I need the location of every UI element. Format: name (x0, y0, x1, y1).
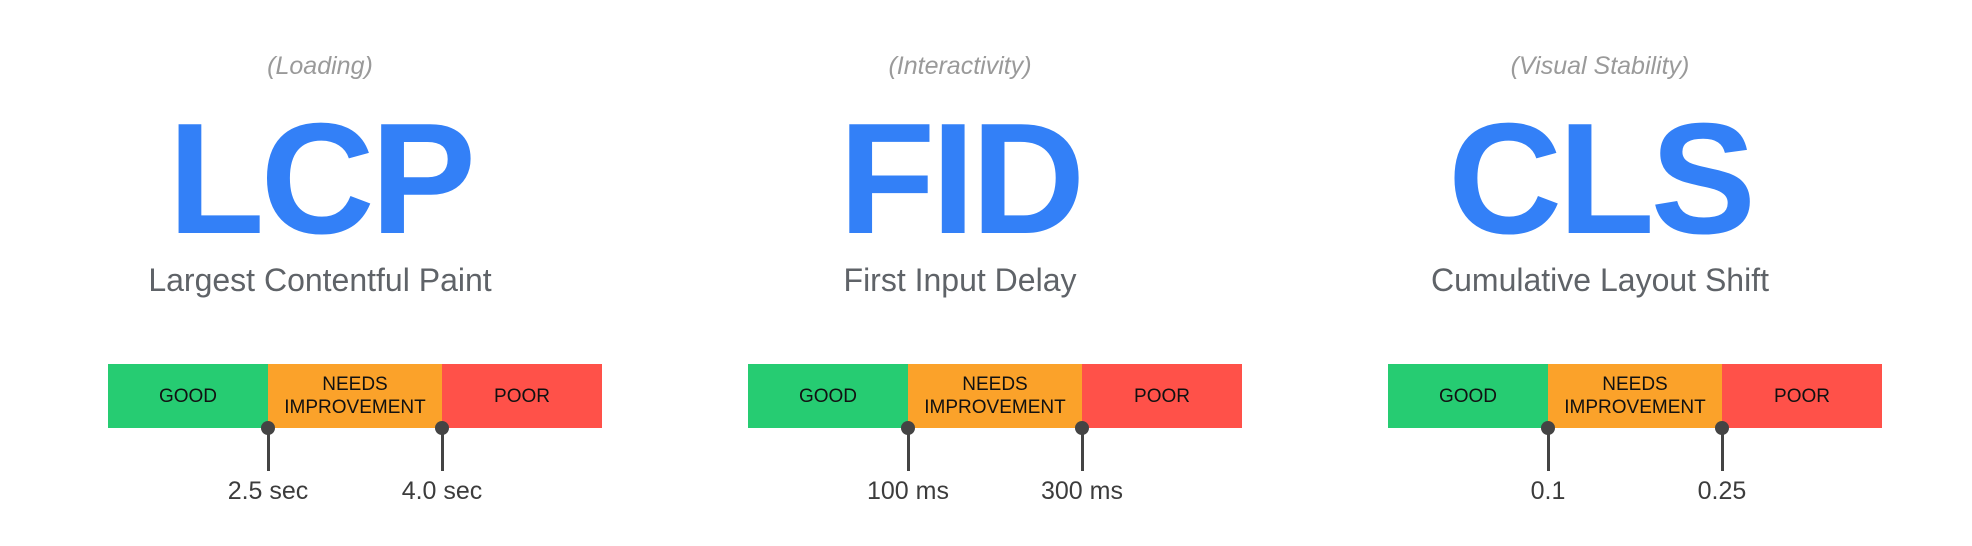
segment-poor-label: POOR (494, 385, 550, 407)
threshold-label-poor: 0.25 (1697, 477, 1747, 505)
metric-fid: (Interactivity) FID First Input Delay GO… (640, 0, 1280, 546)
metric-category: (Visual Stability) (1510, 52, 1690, 80)
threshold-marker-poor (1715, 421, 1729, 471)
segment-poor: POOR (1082, 364, 1242, 428)
threshold-marker-good (261, 421, 275, 471)
metric-full-name: Cumulative Layout Shift (1431, 262, 1769, 298)
threshold-marker-good (1541, 421, 1555, 471)
segment-good: GOOD (748, 364, 908, 428)
segment-poor-label: POOR (1774, 385, 1830, 407)
segment-poor-label: POOR (1134, 385, 1190, 407)
segment-needs-improvement: NEEDS IMPROVEMENT (908, 364, 1082, 428)
segment-good: GOOD (1388, 364, 1548, 428)
metric-full-name: Largest Contentful Paint (148, 262, 492, 298)
segment-needs-improvement: NEEDS IMPROVEMENT (268, 364, 442, 428)
segment-poor: POOR (1722, 364, 1882, 428)
threshold-bar: GOOD NEEDS IMPROVEMENT POOR (108, 364, 602, 428)
threshold-label-good: 0.1 (1530, 477, 1566, 505)
metric-abbreviation: LCP (168, 91, 476, 267)
metric-lcp: (Loading) LCP Largest Contentful Paint G… (0, 0, 640, 546)
threshold-bar: GOOD NEEDS IMPROVEMENT POOR (1388, 364, 1882, 428)
segment-good-label: GOOD (1438, 385, 1498, 407)
threshold-label-good: 2.5 sec (227, 477, 309, 505)
metric-abbreviation: CLS (1448, 91, 1756, 267)
threshold-marker-good (901, 421, 915, 471)
segment-poor: POOR (442, 364, 602, 428)
threshold-label-poor: 300 ms (1041, 477, 1123, 505)
metric-category: (Loading) (267, 52, 373, 80)
metric-cls: (Visual Stability) CLS Cumulative Layout… (1280, 0, 1920, 546)
metric-abbreviation: FID (838, 91, 1086, 267)
segment-good-label: GOOD (158, 385, 218, 407)
segment-good: GOOD (108, 364, 268, 428)
threshold-marker-poor (1075, 421, 1089, 471)
metric-full-name: First Input Delay (843, 262, 1077, 298)
segment-needs-improvement: NEEDS IMPROVEMENT (1548, 364, 1722, 428)
segment-good-label: GOOD (798, 385, 858, 407)
threshold-label-poor: 4.0 sec (401, 477, 483, 505)
segment-needs-improvement-label: NEEDS IMPROVEMENT (1564, 374, 1706, 418)
segment-needs-improvement-label: NEEDS IMPROVEMENT (284, 374, 426, 418)
segment-needs-improvement-label: NEEDS IMPROVEMENT (924, 374, 1066, 418)
threshold-label-good: 100 ms (867, 477, 949, 505)
metric-category: (Interactivity) (888, 52, 1032, 80)
threshold-marker-poor (435, 421, 449, 471)
threshold-bar: GOOD NEEDS IMPROVEMENT POOR (748, 364, 1242, 428)
